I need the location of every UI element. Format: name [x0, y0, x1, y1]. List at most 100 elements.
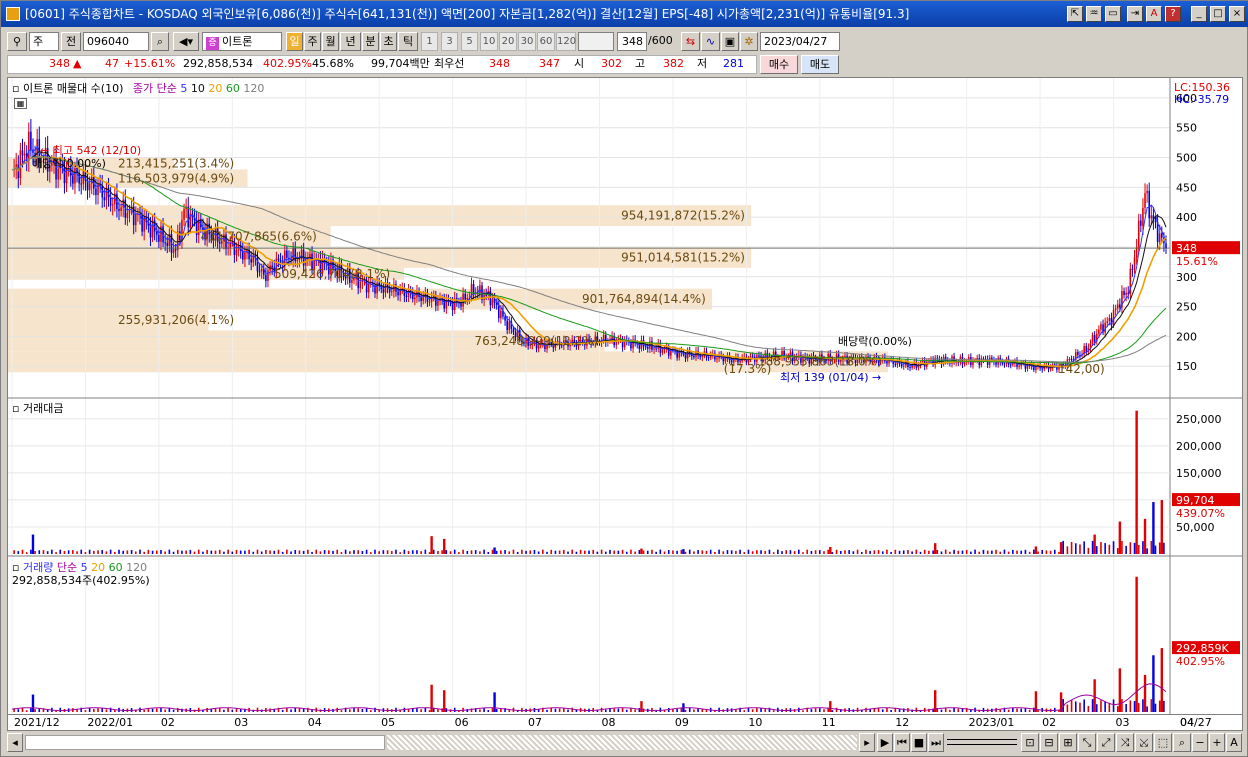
amount-bar: [1112, 541, 1115, 554]
interval-button[interactable]: 5: [461, 32, 478, 51]
draw1-icon[interactable]: ⤡: [1078, 733, 1096, 752]
draw5-icon[interactable]: ⬚: [1154, 733, 1172, 752]
volume-bar: [957, 708, 960, 712]
layout2-icon[interactable]: ⊟: [1040, 733, 1058, 752]
date-input[interactable]: 2023/04/27: [760, 32, 840, 51]
stock-name-field[interactable]: 증 이트론: [202, 32, 282, 51]
grid-icon[interactable]: ▦: [14, 98, 27, 109]
candle-body: [390, 291, 393, 293]
candle-body: [472, 284, 475, 294]
volume-profile-label: 763,248,999(12.2%): [474, 334, 598, 348]
amount-bar: [277, 549, 280, 554]
period-month-button[interactable]: 월: [322, 32, 339, 51]
amount-bar: [852, 551, 855, 554]
candle-body: [491, 299, 494, 306]
settings-icon[interactable]: ✲: [740, 32, 758, 51]
amount-bar: [934, 543, 937, 554]
layout3-icon[interactable]: ⊞: [1059, 733, 1077, 752]
volume-bar: [493, 692, 496, 712]
buy-button[interactable]: 매수: [760, 55, 798, 74]
code-input[interactable]: 096040: [83, 32, 149, 51]
candle-body: [235, 250, 238, 256]
search-icon[interactable]: ⌕: [151, 32, 169, 51]
speed-slider[interactable]: [947, 739, 1017, 745]
scroll-thumb[interactable]: [25, 735, 385, 750]
tool-button-1[interactable]: ⇱: [1067, 6, 1083, 22]
candle-body: [1137, 220, 1140, 248]
zoom-in-icon[interactable]: +: [1209, 733, 1225, 752]
close-button[interactable]: ×: [1229, 6, 1245, 22]
candle-body: [1123, 291, 1125, 295]
candle-body: [1003, 363, 1006, 365]
amount-bar: [244, 550, 246, 554]
mode-button[interactable]: 전: [61, 32, 81, 51]
auto-icon[interactable]: A: [1226, 733, 1242, 752]
scroll-track[interactable]: [387, 735, 857, 750]
amount-bar: [600, 549, 603, 554]
play-icon[interactable]: ▶: [877, 733, 893, 752]
layout1-icon[interactable]: ⊡: [1021, 733, 1039, 752]
quote-bar: 348 ▲ 47 +15.61% 292,858,534 402.95% 45.…: [1, 55, 1248, 75]
zoom-search-icon[interactable]: ⌕: [1173, 733, 1191, 752]
tool-button-3[interactable]: ▭: [1105, 6, 1121, 22]
chart-canvas[interactable]: 600550500450400350300250200150116,503,97…: [8, 78, 1242, 714]
volume-bar: [772, 710, 775, 712]
chart-area[interactable]: 600550500450400350300250200150116,503,97…: [7, 77, 1243, 715]
amount-bar: [579, 549, 582, 554]
volume-bar: [214, 708, 217, 712]
tool-button-2[interactable]: ♒: [1086, 6, 1102, 22]
chart-window: [0601] 주식종합차트 - KOSDAQ 외국인보유[6,086(천)] 주…: [0, 0, 1248, 757]
amount-bar: [793, 551, 796, 554]
period-tick-button[interactable]: 틱: [398, 32, 418, 51]
interval-button[interactable]: 30: [518, 32, 536, 51]
minimize-button[interactable]: _: [1191, 6, 1207, 22]
link-icon[interactable]: ⚲: [7, 32, 27, 51]
amount-bar: [1152, 502, 1155, 554]
amount-bar: [441, 550, 443, 554]
amount-bar: [55, 552, 57, 554]
period-day-button[interactable]: 일: [286, 32, 303, 51]
sell-button[interactable]: 매도: [801, 55, 839, 74]
prev-icon[interactable]: ⏮: [894, 733, 910, 752]
interval-button[interactable]: 10: [480, 32, 498, 51]
stop-icon[interactable]: ■: [911, 733, 927, 752]
candle-body: [179, 231, 181, 241]
period-minute-button[interactable]: 분: [362, 32, 379, 51]
interval-button[interactable]: 1: [421, 32, 438, 51]
zoom-icon[interactable]: ⇆: [681, 32, 700, 51]
trend-icon[interactable]: ∿: [701, 32, 720, 51]
title-bar[interactable]: [0601] 주식종합차트 - KOSDAQ 외국인보유[6,086(천)] 주…: [1, 1, 1248, 27]
period-week-button[interactable]: 주: [304, 32, 321, 51]
zoom-out-icon[interactable]: −: [1192, 733, 1208, 752]
market-select[interactable]: 주: [29, 32, 59, 51]
interval-button[interactable]: 60: [537, 32, 555, 51]
scroll-left-icon[interactable]: ◂: [7, 733, 23, 752]
candle-body: [1093, 335, 1096, 342]
amount-bar: [42, 550, 45, 554]
interval-button[interactable]: 120: [556, 32, 576, 51]
scroll-right-icon[interactable]: ▸: [859, 733, 875, 752]
count-input[interactable]: 348: [617, 32, 647, 51]
volume-bar: [558, 708, 561, 712]
next-icon[interactable]: ⏭: [928, 733, 944, 752]
maximize-button[interactable]: □: [1210, 6, 1226, 22]
draw3-icon[interactable]: ⤨: [1116, 733, 1134, 752]
custom-interval-input[interactable]: [578, 32, 614, 51]
period-second-button[interactable]: 초: [380, 32, 397, 51]
interval-button[interactable]: 20: [499, 32, 517, 51]
help-button[interactable]: ?: [1165, 6, 1181, 22]
interval-button[interactable]: 3: [441, 32, 458, 51]
volume-ma-line: [11, 683, 1167, 712]
amount-bar: [80, 549, 83, 554]
amount-bar: [172, 551, 175, 554]
sound-icon[interactable]: ◀▾: [173, 32, 199, 51]
tool-button-4[interactable]: ⇥: [1127, 6, 1143, 22]
candle-body: [19, 150, 22, 179]
font-button[interactable]: A: [1146, 6, 1162, 22]
amount-bar: [709, 549, 712, 554]
period-year-button[interactable]: 년: [340, 32, 361, 51]
save-icon[interactable]: ▣: [721, 32, 739, 51]
draw4-icon[interactable]: ⤩: [1135, 733, 1153, 752]
amount-bar: [642, 550, 645, 554]
draw2-icon[interactable]: ⤢: [1097, 733, 1115, 752]
